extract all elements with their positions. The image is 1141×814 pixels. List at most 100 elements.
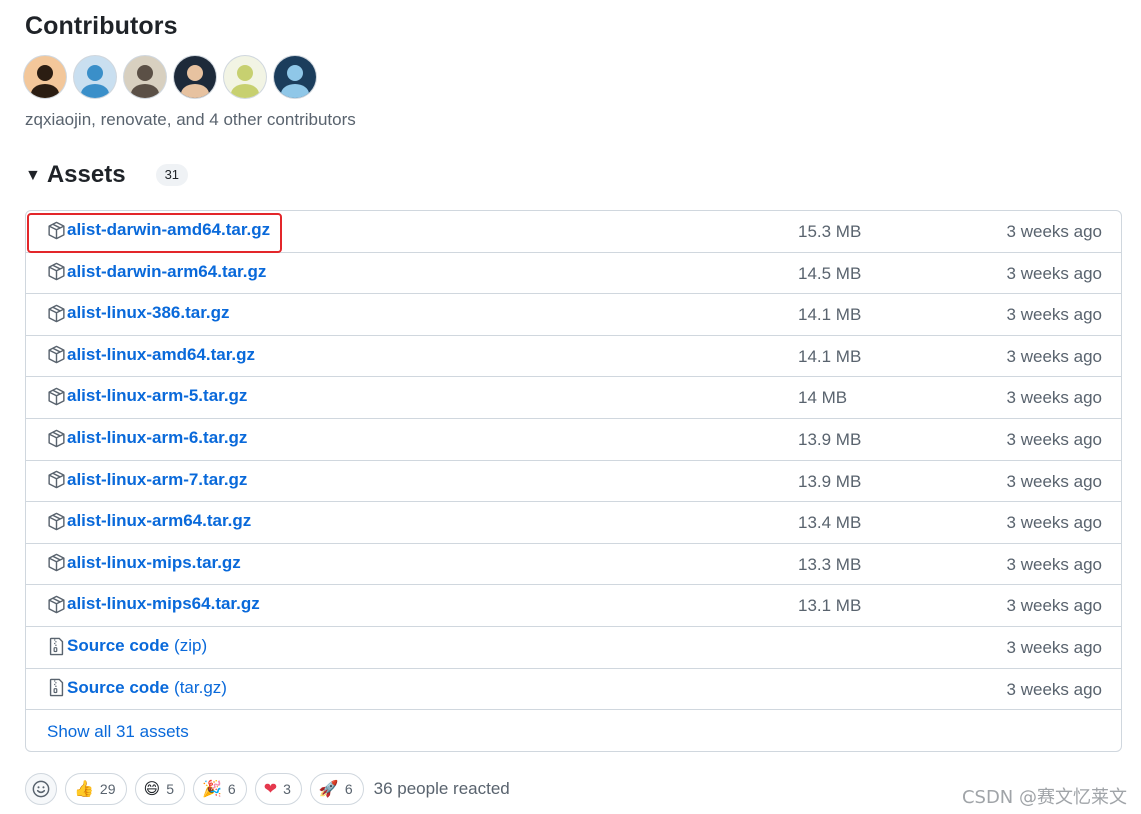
assets-header[interactable]: ▼ Assets 31 xyxy=(25,158,189,192)
package-icon xyxy=(47,553,66,572)
smiley-icon xyxy=(32,780,50,798)
reaction-count: 6 xyxy=(227,781,236,797)
asset-download-link[interactable]: alist-linux-arm-6.tar.gz xyxy=(47,428,247,448)
asset-size: 13.1 MB xyxy=(798,596,862,616)
asset-row: alist-darwin-arm64.tar.gz 14.5 MB 3 weeks … xyxy=(26,253,1121,295)
asset-format[interactable]: (zip) xyxy=(174,636,207,656)
asset-download-link[interactable]: alist-linux-arm-7.tar.gz xyxy=(47,470,247,490)
asset-name[interactable]: alist-linux-386.tar.gz xyxy=(67,303,230,323)
reaction-count: 29 xyxy=(99,781,116,797)
asset-download-link[interactable]: alist-linux-386.tar.gz xyxy=(47,303,230,323)
package-icon xyxy=(47,262,66,281)
asset-name[interactable]: alist-linux-arm-5.tar.gz xyxy=(67,386,247,406)
asset-name[interactable]: Source code xyxy=(67,636,169,656)
asset-row: Source code (zip) 3 weeks ago xyxy=(26,627,1121,669)
asset-row: alist-linux-arm-5.tar.gz 14 MB 3 weeks ago xyxy=(26,377,1121,419)
file-zip-icon xyxy=(47,637,66,656)
avatar-image xyxy=(31,65,59,98)
contributor-avatar[interactable] xyxy=(124,56,166,98)
package-icon xyxy=(47,221,66,240)
asset-timestamp: 3 weeks ago xyxy=(1006,346,1102,366)
assets-list: alist-darwin-amd64.tar.gz 15.3 MB 3 weeks … xyxy=(25,210,1122,752)
asset-download-link[interactable]: alist-linux-arm-5.tar.gz xyxy=(47,386,247,406)
asset-name[interactable]: alist-darwin-amd64.tar.gz xyxy=(67,220,270,240)
rocket-icon: 🚀 xyxy=(318,779,339,798)
asset-row: alist-linux-arm-7.tar.gz 13.9 MB 3 weeks a… xyxy=(26,461,1121,503)
asset-download-link[interactable]: alist-darwin-arm64.tar.gz xyxy=(47,262,266,282)
asset-timestamp: 3 weeks ago xyxy=(1006,222,1102,241)
reaction-count: 5 xyxy=(166,781,174,797)
laugh-icon: 😄 xyxy=(143,779,161,798)
contributor-avatar[interactable] xyxy=(224,56,266,98)
asset-download-link[interactable]: alist-linux-mips.tar.gz xyxy=(47,553,241,573)
contributor-avatar[interactable] xyxy=(74,56,116,98)
asset-size: 14 MB xyxy=(798,388,848,408)
reaction-rocket-button[interactable]: 🚀 6 xyxy=(309,773,364,805)
asset-name[interactable]: Source code xyxy=(67,678,169,698)
contributors-summary: zqxiaojin, renovate, and 4 other contrib… xyxy=(25,110,356,129)
avatar-image xyxy=(131,65,159,98)
asset-size: 15.3 MB xyxy=(798,222,862,241)
asset-download-link[interactable]: alist-linux-amd64.tar.gz xyxy=(47,345,255,365)
asset-row: alist-linux-arm64.tar.gz 13.4 MB 3 weeks a… xyxy=(26,502,1121,544)
asset-timestamp: 3 weeks ago xyxy=(1006,263,1102,283)
asset-timestamp: 3 weeks ago xyxy=(1006,305,1102,325)
hooray-icon: 🎉 xyxy=(201,779,222,798)
asset-timestamp: 3 weeks ago xyxy=(1006,596,1102,616)
package-icon xyxy=(47,512,66,531)
asset-timestamp: 3 weeks ago xyxy=(1006,471,1102,491)
package-icon xyxy=(47,595,66,614)
asset-format[interactable]: (tar.gz) xyxy=(174,678,227,698)
asset-download-link[interactable]: Source code (tar.gz) xyxy=(47,678,227,698)
asset-name[interactable]: alist-linux-amd64.tar.gz xyxy=(67,345,255,365)
asset-download-link[interactable]: alist-linux-mips64.tar.gz xyxy=(47,594,260,614)
asset-timestamp: 3 weeks ago xyxy=(1006,513,1102,533)
contributor-avatar[interactable] xyxy=(274,56,316,98)
contributor-avatar[interactable] xyxy=(24,56,66,98)
asset-row: alist-linux-mips64.tar.gz 13.1 MB 3 weeks … xyxy=(26,585,1121,627)
assets-count-badge: 31 xyxy=(155,164,189,186)
package-icon xyxy=(47,470,66,489)
asset-timestamp: 3 weeks ago xyxy=(1006,554,1102,574)
asset-download-link[interactable]: Source code (zip) xyxy=(47,636,207,656)
asset-name[interactable]: alist-linux-mips64.tar.gz xyxy=(67,594,260,614)
asset-download-link[interactable]: alist-darwin-amd64.tar.gz xyxy=(47,220,270,240)
reaction-thumbs-up-button[interactable]: 👍 29 xyxy=(65,773,127,805)
contributor-avatar[interactable] xyxy=(174,56,216,98)
asset-name[interactable]: alist-darwin-arm64.tar.gz xyxy=(67,262,266,282)
asset-size: 14.1 MB xyxy=(798,305,862,325)
package-icon xyxy=(47,387,66,406)
avatar-image xyxy=(231,65,259,98)
asset-timestamp: 3 weeks ago xyxy=(1006,388,1102,408)
asset-name[interactable]: alist-linux-arm-6.tar.gz xyxy=(67,428,247,448)
avatar-image xyxy=(181,65,209,98)
asset-row: alist-linux-arm-6.tar.gz 13.9 MB 3 weeks a… xyxy=(26,419,1121,461)
package-icon xyxy=(47,345,66,364)
contributor-avatars xyxy=(24,56,316,98)
reaction-heart-button[interactable]: ❤ 3 xyxy=(254,773,302,805)
avatar-image xyxy=(281,65,309,98)
asset-row: alist-linux-386.tar.gz 14.1 MB 3 weeks ago xyxy=(26,294,1121,336)
reaction-laugh-button[interactable]: 😄 5 xyxy=(134,773,185,805)
avatar-image xyxy=(81,65,109,98)
asset-name[interactable]: alist-linux-arm64.tar.gz xyxy=(67,511,251,531)
package-icon xyxy=(47,429,66,448)
triangle-down-icon[interactable]: ▼ xyxy=(25,167,41,185)
asset-size: 14.1 MB xyxy=(798,346,862,366)
asset-timestamp: 3 weeks ago xyxy=(1006,430,1102,449)
assets-title[interactable]: Assets xyxy=(47,161,126,189)
asset-row: alist-darwin-amd64.tar.gz 15.3 MB 3 weeks … xyxy=(26,211,1121,253)
asset-name[interactable]: alist-linux-mips.tar.gz xyxy=(67,553,241,573)
asset-name[interactable]: alist-linux-arm-7.tar.gz xyxy=(67,470,247,490)
asset-download-link[interactable]: alist-linux-arm64.tar.gz xyxy=(47,511,251,531)
asset-size: 14.5 MB xyxy=(798,263,862,283)
reaction-hooray-button[interactable]: 🎉 6 xyxy=(192,773,247,805)
file-zip-icon xyxy=(47,678,66,697)
asset-timestamp: 3 weeks ago xyxy=(1006,679,1102,699)
asset-row: alist-linux-mips.tar.gz 13.3 MB 3 weeks ag… xyxy=(26,544,1121,586)
show-all-assets-link[interactable]: Show all 31 assets xyxy=(47,722,189,742)
reactions-summary: 36 people reacted xyxy=(373,779,510,798)
asset-size: 13.9 MB xyxy=(798,430,862,449)
add-reaction-button[interactable] xyxy=(25,773,57,805)
heart-icon: ❤ xyxy=(263,779,278,798)
